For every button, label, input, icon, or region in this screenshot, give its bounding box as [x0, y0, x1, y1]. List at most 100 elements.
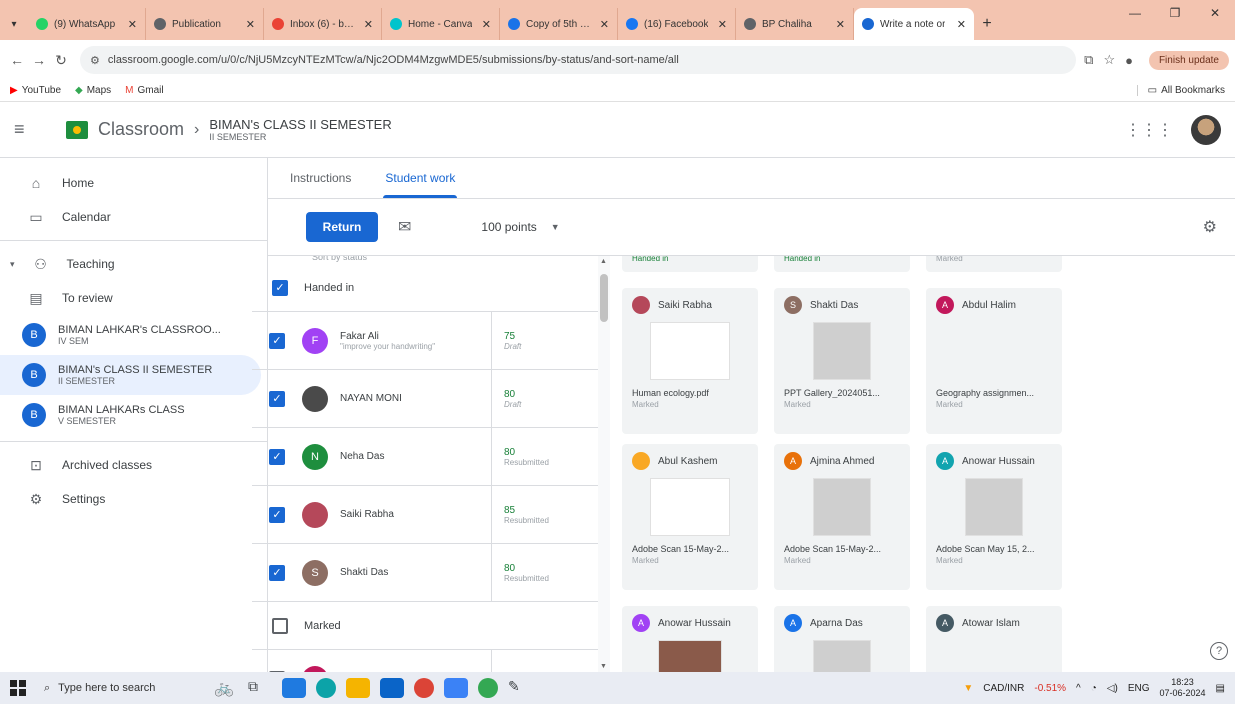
- browser-tab[interactable]: Inbox (6) - bpcs ✕: [264, 8, 382, 40]
- tab-close-icon[interactable]: ✕: [356, 18, 373, 31]
- checkbox-handed-in[interactable]: ✓: [272, 279, 288, 296]
- taskbar-search[interactable]: ⌕ Type here to search: [44, 676, 204, 700]
- student-row[interactable]: ✓ Saiki Rabha 85 Resubmitted: [252, 486, 609, 544]
- clock[interactable]: 18:23 07-06-2024: [1160, 677, 1206, 699]
- browser-tab[interactable]: Publication ✕: [146, 8, 264, 40]
- grading-settings-icon[interactable]: ⚙: [1203, 217, 1217, 237]
- volume-icon[interactable]: ◁): [1107, 683, 1118, 694]
- tab-instructions[interactable]: Instructions: [288, 158, 353, 198]
- attachment-thumbnail[interactable]: [632, 322, 748, 382]
- attachment-thumbnail[interactable]: [936, 640, 1052, 672]
- submission-card[interactable]: A Aparna Das: [774, 606, 910, 672]
- tab-close-icon[interactable]: ✕: [592, 18, 609, 31]
- store-icon[interactable]: [346, 678, 370, 698]
- minimize-button[interactable]: —: [1115, 0, 1155, 26]
- grade-value[interactable]: 80: [504, 389, 521, 400]
- student-checkbox[interactable]: ✓: [269, 448, 285, 465]
- email-icon[interactable]: ✉: [398, 217, 411, 237]
- scroll-up-icon[interactable]: ▲: [600, 258, 607, 265]
- help-icon[interactable]: ?: [1210, 642, 1228, 660]
- student-checkbox[interactable]: ✓: [269, 564, 285, 581]
- list-scrollbar[interactable]: ▲ ▼: [598, 256, 610, 672]
- tab-search-icon[interactable]: ▾: [0, 8, 28, 40]
- browser-tab[interactable]: Write a note or ✕: [854, 8, 974, 40]
- finish-update-button[interactable]: Finish update: [1148, 50, 1229, 70]
- submission-card[interactable]: Handed in: [774, 256, 910, 272]
- scrollbar-thumb[interactable]: [600, 274, 608, 322]
- submission-card[interactable]: A Anowar Hussain Adobe Scan May 15, 2... Ma…: [926, 444, 1062, 590]
- student-row[interactable]: ✓ F Fakar Ali "improve your handwriting" 75 D…: [252, 312, 609, 370]
- attachment-thumbnail[interactable]: [936, 478, 1052, 538]
- account-avatar[interactable]: [1191, 114, 1221, 145]
- browser-tab[interactable]: BP Chaliha ✕: [736, 8, 854, 40]
- tray-chevron-icon[interactable]: ^: [1076, 683, 1081, 694]
- attachment-thumbnail[interactable]: [784, 478, 900, 538]
- student-row[interactable]: AAbdul Halim88: [252, 650, 609, 672]
- group-handed-in[interactable]: ✓ Handed in: [252, 264, 609, 312]
- maximize-button[interactable]: ❐: [1155, 0, 1195, 26]
- browser-tab[interactable]: Copy of 5th Jun ✕: [500, 8, 618, 40]
- windows-start-icon[interactable]: [10, 680, 26, 696]
- browser-tab[interactable]: Home - Canva ✕: [382, 8, 500, 40]
- new-tab-button[interactable]: +: [974, 8, 1000, 40]
- nav-calendar[interactable]: ▭ Calendar: [0, 200, 267, 234]
- all-bookmarks-button[interactable]: ▭ All Bookmarks: [1136, 85, 1225, 96]
- attachment-thumbnail[interactable]: [784, 322, 900, 382]
- browser-tab[interactable]: (9) WhatsApp ✕: [28, 8, 146, 40]
- breadcrumb-class[interactable]: BIMAN's CLASS II SEMESTER II SEMESTER: [209, 117, 391, 142]
- nav-teaching[interactable]: ▾ ⚇ Teaching: [0, 247, 267, 281]
- submission-card[interactable]: Handed in: [622, 256, 758, 272]
- tab-close-icon[interactable]: ✕: [474, 18, 491, 31]
- attachment-thumbnail[interactable]: [632, 478, 748, 538]
- student-checkbox[interactable]: ✓: [269, 506, 285, 523]
- return-button[interactable]: Return: [306, 212, 378, 242]
- group-marked[interactable]: Marked: [252, 602, 609, 650]
- chrome-icon-2[interactable]: [478, 678, 498, 698]
- tab-close-icon[interactable]: ✕: [828, 18, 845, 31]
- bookmark-star-icon[interactable]: ☆: [1103, 52, 1115, 68]
- main-menu-icon[interactable]: ≡: [14, 119, 54, 140]
- cast-icon[interactable]: ⧉: [1084, 52, 1093, 68]
- nav-home[interactable]: ⌂ Home: [0, 166, 267, 200]
- tab-close-icon[interactable]: ✕: [710, 18, 727, 31]
- submission-card[interactable]: A Atowar Islam: [926, 606, 1062, 672]
- bookmark-youtube[interactable]: ▶ YouTube: [10, 85, 61, 96]
- submission-card[interactable]: A Ajmina Ahmed Adobe Scan 15-May-2... Marke…: [774, 444, 910, 590]
- profile-icon[interactable]: ●: [1125, 53, 1133, 68]
- attachment-thumbnail[interactable]: [784, 640, 900, 672]
- sidebar-class-item[interactable]: B BIMAN's CLASS II SEMESTER II SEMESTER: [0, 355, 261, 395]
- submission-card[interactable]: Saiki Rabha Human ecology.pdf Marked: [622, 288, 758, 434]
- tab-close-icon[interactable]: ✕: [120, 18, 137, 31]
- student-checkbox[interactable]: ✓: [269, 390, 285, 407]
- notifications-icon[interactable]: ▤: [1216, 683, 1225, 694]
- grade-value[interactable]: 75: [504, 331, 521, 342]
- student-row[interactable]: ✓ N Neha Das 80 Resubmitted: [252, 428, 609, 486]
- reload-icon[interactable]: ↻: [50, 52, 72, 69]
- task-view-icon[interactable]: ⧉: [248, 678, 272, 698]
- bookmark-gmail[interactable]: M Gmail: [125, 85, 163, 96]
- browser-tab[interactable]: (16) Facebook ✕: [618, 8, 736, 40]
- submission-card[interactable]: A Anowar Hussain: [622, 606, 758, 672]
- language-indicator[interactable]: ENG: [1128, 683, 1150, 694]
- classroom-logo[interactable]: [66, 120, 88, 139]
- chrome-icon[interactable]: [414, 678, 434, 698]
- app-icon-2[interactable]: [444, 678, 468, 698]
- forward-icon[interactable]: →: [28, 52, 50, 68]
- submission-card[interactable]: A Abdul Halim Geography assignmen... Marked: [926, 288, 1062, 434]
- grade-value[interactable]: 80: [504, 563, 549, 574]
- nav-to-review[interactable]: ▤ To review: [0, 281, 267, 315]
- tab-close-icon[interactable]: ✕: [949, 18, 966, 31]
- edge-icon[interactable]: [316, 678, 336, 698]
- app-name[interactable]: Classroom: [98, 119, 184, 140]
- checkbox-marked[interactable]: [272, 617, 288, 634]
- nav-archived[interactable]: ⊡ Archived classes: [0, 448, 267, 482]
- scroll-down-icon[interactable]: ▼: [600, 663, 607, 670]
- submission-card[interactable]: Abul Kashem Adobe Scan 15-May-2... Marked: [622, 444, 758, 590]
- student-row[interactable]: ✓ NAYAN MONI 80 Draft: [252, 370, 609, 428]
- nav-settings[interactable]: ⚙ Settings: [0, 482, 267, 516]
- tab-close-icon[interactable]: ✕: [238, 18, 255, 31]
- bookmark-maps[interactable]: ◆ Maps: [75, 85, 111, 96]
- site-info-icon[interactable]: ⚙: [90, 54, 100, 67]
- grade-value[interactable]: 85: [504, 505, 549, 516]
- attachment-thumbnail[interactable]: [632, 640, 748, 672]
